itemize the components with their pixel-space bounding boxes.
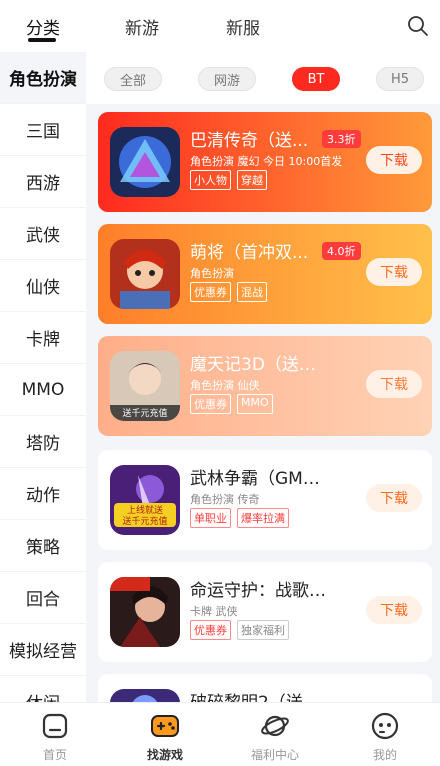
- game-icon: [110, 689, 180, 702]
- download-button[interactable]: 下载: [366, 596, 422, 624]
- chip-all[interactable]: 全部: [104, 67, 162, 91]
- sidebar-item-xianxia[interactable]: 仙侠: [0, 260, 86, 312]
- game-card[interactable]: 送千元充值 魔天记3D（送千元... 角色扮演 仙侠 优惠券 MMO 下载: [98, 336, 432, 436]
- tab-new-servers[interactable]: 新服: [226, 14, 260, 39]
- sidebar-item-tower-defense[interactable]: 塔防: [0, 416, 86, 468]
- game-meta: 卡牌 武侠: [190, 605, 238, 618]
- filter-chips: 全部 网游 BT H5: [86, 52, 440, 104]
- sidebar-item-mmo[interactable]: MMO: [0, 364, 86, 416]
- game-tag: 小人物: [190, 170, 231, 190]
- game-tag: MMO: [237, 394, 273, 414]
- game-icon: [110, 577, 180, 647]
- nav-find-games-label: 找游戏: [146, 748, 183, 762]
- gamepad-icon: [150, 711, 180, 741]
- game-meta: 角色扮演 魔幻 今日 10:00首发: [190, 155, 343, 168]
- game-title: 武林争霸（GM送千...: [190, 469, 328, 489]
- tab-active-indicator: [28, 38, 56, 42]
- nav-find-games[interactable]: 找游戏: [110, 703, 220, 766]
- game-tag: 单职业: [190, 508, 231, 528]
- tag-list: 优惠券 混战: [190, 282, 267, 302]
- game-tag: 优惠券: [190, 282, 231, 302]
- game-meta: 角色扮演 传奇: [190, 493, 260, 506]
- planet-icon: [260, 711, 290, 741]
- nav-mine-label: 我的: [372, 748, 397, 762]
- tag-list: 小人物 穿越: [190, 170, 267, 190]
- game-card[interactable]: 巴清传奇（送... 3.3折 角色扮演 魔幻 今日 10:00首发 小人物 穿越…: [98, 112, 432, 212]
- chip-h5[interactable]: H5: [376, 67, 424, 91]
- download-button[interactable]: 下载: [366, 146, 422, 174]
- nav-welfare-label: 福利中心: [250, 748, 299, 762]
- nav-home[interactable]: 首页: [0, 703, 110, 766]
- icon-promo-text: 送千元充值: [122, 515, 167, 527]
- category-sidebar: 角色扮演 三国 西游 武侠 仙侠 卡牌 MMO 塔防 动作 策略 回合 模拟经营…: [0, 52, 87, 702]
- game-meta: 角色扮演 仙侠: [190, 379, 260, 392]
- game-list-panel: 全部 网游 BT H5 巴清传奇（送... 3.3折 角色扮演 魔幻 今日 10…: [86, 52, 440, 702]
- sidebar-item-turn-based[interactable]: 回合: [0, 572, 86, 624]
- search-icon[interactable]: [406, 14, 430, 38]
- nav-welfare[interactable]: 福利中心: [220, 703, 330, 766]
- game-tag: 穿越: [237, 170, 267, 190]
- game-title: 萌将（首冲双...: [190, 243, 309, 263]
- game-card[interactable]: 破碎黎明2（送橙色...: [98, 674, 432, 702]
- download-button[interactable]: 下载: [366, 370, 422, 398]
- discount-badge: 4.0折: [322, 242, 361, 260]
- sidebar-item-simulation[interactable]: 模拟经营: [0, 624, 86, 676]
- icon-promo-text: 送千元充值: [122, 407, 167, 419]
- chip-bt[interactable]: BT: [292, 67, 340, 91]
- discount-badge: 3.3折: [322, 130, 361, 148]
- sidebar-item-journey-west[interactable]: 西游: [0, 156, 86, 208]
- tag-list: 优惠券 MMO: [190, 394, 273, 414]
- game-tag: 混战: [237, 282, 267, 302]
- game-tag: 优惠券: [190, 394, 231, 414]
- nav-mine[interactable]: 我的: [330, 703, 440, 766]
- game-icon: 送千元充值: [110, 351, 180, 421]
- bottom-navigation: 首页 找游戏 福利中心 我的: [0, 702, 440, 766]
- sidebar-item-strategy[interactable]: 策略: [0, 520, 86, 572]
- nav-home-label: 首页: [42, 748, 67, 762]
- tag-list: 单职业 爆率拉满: [190, 508, 289, 528]
- game-icon: 上线就送 送千元充值: [110, 465, 180, 535]
- game-title: 命运守护：战歌（无...: [190, 581, 328, 601]
- sidebar-item-card[interactable]: 卡牌: [0, 312, 86, 364]
- sidebar-item-role-playing[interactable]: 角色扮演: [0, 52, 86, 104]
- face-icon: [370, 711, 400, 741]
- game-tag: 独家福利: [237, 620, 289, 640]
- chip-online[interactable]: 网游: [198, 67, 256, 91]
- game-icon: [110, 127, 180, 197]
- game-title: 破碎黎明2（送橙色...: [190, 688, 328, 702]
- game-title: 巴清传奇（送...: [190, 131, 309, 151]
- tab-category[interactable]: 分类: [26, 14, 60, 39]
- game-tag: 优惠券: [190, 620, 231, 640]
- sidebar-item-casual[interactable]: 休闲: [0, 676, 86, 702]
- sidebar-item-wuxia[interactable]: 武侠: [0, 208, 86, 260]
- tab-new-games[interactable]: 新游: [125, 14, 159, 39]
- game-meta: 角色扮演: [190, 267, 234, 280]
- sidebar-item-action[interactable]: 动作: [0, 468, 86, 520]
- game-card[interactable]: 萌将（首冲双... 4.0折 角色扮演 优惠券 混战 下载: [98, 224, 432, 324]
- game-title: 魔天记3D（送千元...: [190, 355, 328, 375]
- game-tag: 爆率拉满: [237, 508, 289, 528]
- game-card[interactable]: 命运守护：战歌（无... 卡牌 武侠 优惠券 独家福利 下载: [98, 562, 432, 662]
- tag-list: 优惠券 独家福利: [190, 620, 289, 640]
- icon-promo-text: 上线就送: [127, 504, 163, 516]
- game-icon: [110, 239, 180, 309]
- game-card[interactable]: 上线就送 送千元充值 武林争霸（GM送千... 角色扮演 传奇 单职业 爆率拉满…: [98, 450, 432, 550]
- home-icon: [40, 711, 70, 741]
- sidebar-item-three-kingdoms[interactable]: 三国: [0, 104, 86, 156]
- download-button[interactable]: 下载: [366, 258, 422, 286]
- download-button[interactable]: 下载: [366, 484, 422, 512]
- top-tab-bar: 分类 新游 新服: [0, 0, 440, 52]
